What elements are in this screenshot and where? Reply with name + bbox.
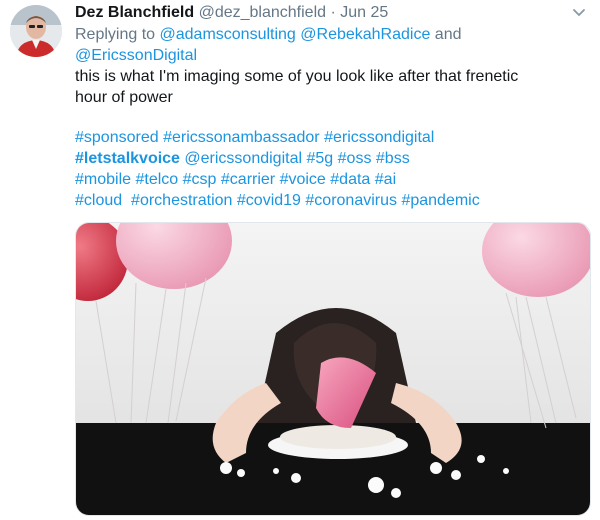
- reply-prefix: Replying to: [75, 26, 160, 43]
- hashtag[interactable]: #5g: [306, 150, 333, 167]
- hashtag[interactable]: #orchestration: [131, 192, 232, 209]
- separator-dot: ·: [330, 4, 336, 21]
- hashtag[interactable]: #csp: [183, 171, 217, 188]
- timestamp[interactable]: Jun 25: [340, 4, 388, 21]
- hashtag[interactable]: #data: [330, 171, 370, 188]
- tweet-text-line-1: this is what I'm imaging some of you loo…: [75, 68, 519, 85]
- hashtag[interactable]: #ericssondigital: [324, 129, 434, 146]
- hashtag[interactable]: #coronavirus: [305, 192, 397, 209]
- tweet-header: Dez Blanchfield @dez_blanchfield · Jun 2…: [75, 2, 580, 24]
- reply-user-rebekahradice[interactable]: @RebekahRadice: [300, 26, 430, 43]
- avatar[interactable]: [10, 5, 62, 57]
- author-handle[interactable]: @dez_blanchfield: [199, 4, 326, 21]
- reply-user-adamsconsulting[interactable]: @adamsconsulting: [160, 26, 296, 43]
- hashtag-block: #sponsored #ericssonambassador #ericsson…: [75, 127, 580, 211]
- hashtag[interactable]: #pandemic: [401, 192, 479, 209]
- tweet-content: Dez Blanchfield @dez_blanchfield · Jun 2…: [75, 2, 580, 211]
- reply-context: Replying to @adamsconsulting @RebekahRad…: [75, 24, 580, 66]
- author-name[interactable]: Dez Blanchfield: [75, 4, 194, 21]
- tweet-text-line-2: hour of power: [75, 89, 173, 106]
- reply-and: and: [430, 26, 462, 43]
- tweet-media-image[interactable]: [75, 222, 591, 516]
- hashtag[interactable]: #sponsored: [75, 129, 159, 146]
- tweet-text: this is what I'm imaging some of you loo…: [75, 66, 580, 108]
- hashtag[interactable]: #mobile: [75, 171, 131, 188]
- hashtag[interactable]: #oss: [338, 150, 372, 167]
- hashtag[interactable]: #ericssonambassador: [163, 129, 320, 146]
- hashtag[interactable]: #covid19: [237, 192, 301, 209]
- hashtag[interactable]: #telco: [135, 171, 178, 188]
- tweet[interactable]: Dez Blanchfield @dez_blanchfield · Jun 2…: [0, 0, 600, 520]
- hashtag[interactable]: #voice: [280, 171, 326, 188]
- hashtag[interactable]: #letstalkvoice: [75, 150, 180, 167]
- reply-user-ericssondigital[interactable]: @EricssonDigital: [75, 47, 197, 64]
- hashtag[interactable]: #cloud: [75, 192, 122, 209]
- hashtag[interactable]: #ai: [375, 171, 396, 188]
- hashtag[interactable]: #carrier: [221, 171, 275, 188]
- hashtag[interactable]: #bss: [376, 150, 410, 167]
- mention[interactable]: @ericssondigital: [184, 150, 302, 167]
